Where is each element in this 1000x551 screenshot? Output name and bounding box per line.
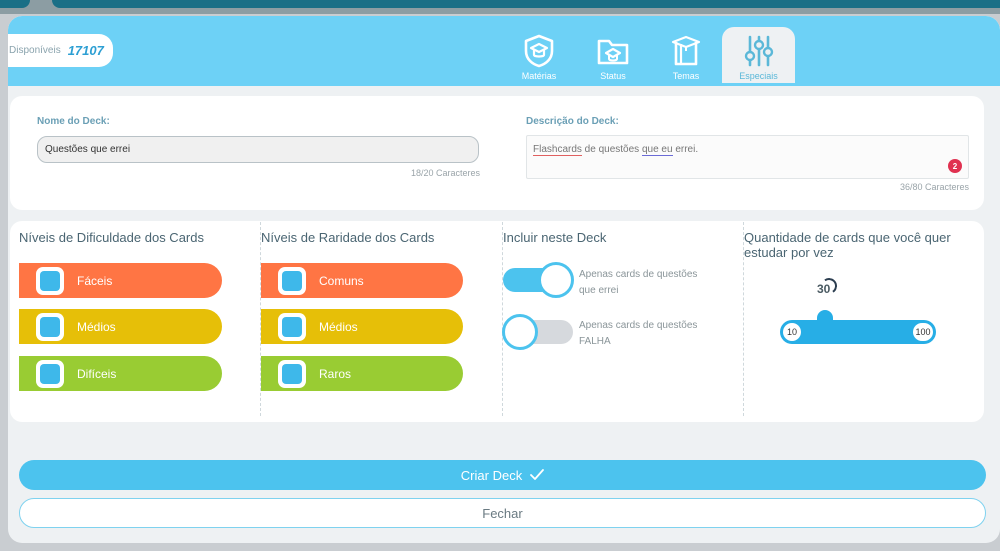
checkbox[interactable] <box>278 359 306 388</box>
rarity-medium-label: Médios <box>319 319 358 334</box>
tab-materias-label: Matérias <box>521 71 557 81</box>
quantity-title-line2: estudar por vez <box>744 245 834 260</box>
rarity-common-option[interactable]: Comuns <box>261 263 463 298</box>
tab-status[interactable]: Status <box>578 32 648 86</box>
close-button[interactable]: Fechar <box>19 498 986 528</box>
desc-text-misspelled-1: Flashcards <box>533 144 582 156</box>
slider-max: 100 <box>913 323 933 341</box>
checkbox[interactable] <box>36 266 64 295</box>
deck-name-input[interactable] <box>37 136 479 163</box>
folder-graduation-icon <box>597 39 629 65</box>
shield-graduation-icon <box>524 34 554 68</box>
toggle-wrong-answers-line2: que errei <box>579 285 619 296</box>
checkbox[interactable] <box>36 312 64 341</box>
include-title: Incluir neste Deck <box>503 230 607 245</box>
checkbox[interactable] <box>36 359 64 388</box>
difficulty-title: Níveis de Dificuldade dos Cards <box>19 230 204 245</box>
toggle-failed-label: Apenas cards de questões FALHA <box>579 318 697 350</box>
toggle-failed-line1: Apenas cards de questões <box>579 320 698 331</box>
available-label: Disponíveis <box>9 45 61 56</box>
toggle-knob <box>538 262 574 298</box>
tab-temas[interactable]: Temas <box>651 32 721 86</box>
tab-materias[interactable]: Matérias <box>504 32 574 86</box>
tab-especiais[interactable]: Especiais <box>722 27 795 83</box>
modal-header: Disponíveis 17107 Matérias Status Temas … <box>8 16 1000 86</box>
toggle-failed[interactable] <box>502 314 573 350</box>
deck-name-label: Nome do Deck: <box>37 116 110 127</box>
difficulty-hard-option[interactable]: Difíceis <box>19 356 222 391</box>
toggle-wrong-answers[interactable] <box>503 262 574 298</box>
slider-min: 10 <box>783 323 801 341</box>
quantity-slider[interactable]: 10 100 <box>780 320 936 344</box>
create-deck-label: Criar Deck <box>460 467 523 483</box>
create-deck-button[interactable]: Criar Deck <box>19 460 986 490</box>
checkbox[interactable] <box>278 312 306 341</box>
check-icon <box>530 469 545 480</box>
close-label: Fechar <box>482 505 523 521</box>
spellcheck-error-badge[interactable]: 2 <box>948 159 962 173</box>
background-nav-left <box>0 0 30 8</box>
background-nav <box>52 0 1000 8</box>
tab-status-label: Status <box>600 71 626 81</box>
desc-text-end: errei. <box>672 144 699 155</box>
deck-name-counter: 18/20 Caracteres <box>411 168 481 178</box>
deck-description-label: Descrição do Deck: <box>526 116 619 127</box>
difficulty-medium-option[interactable]: Médios <box>19 309 222 344</box>
column-divider <box>502 222 503 416</box>
slider-value: 30 <box>817 282 831 296</box>
sliders-icon <box>744 35 773 67</box>
desc-text: de questões <box>581 144 642 155</box>
book-graduation-icon <box>671 35 701 66</box>
difficulty-easy-label: Fáceis <box>77 273 113 288</box>
checkbox[interactable] <box>278 266 306 295</box>
toggle-wrong-answers-line1: Apenas cards de questões <box>579 269 698 280</box>
rarity-rare-option[interactable]: Raros <box>261 356 463 391</box>
rarity-rare-label: Raros <box>319 366 352 381</box>
quantity-title: Quantidade de cards que você quer estuda… <box>744 230 951 260</box>
quantity-title-line1: Quantidade de cards que você quer <box>744 230 951 245</box>
available-count: 17107 <box>67 43 104 58</box>
tab-especiais-label: Especiais <box>739 71 778 81</box>
difficulty-easy-option[interactable]: Fáceis <box>19 263 222 298</box>
tab-temas-label: Temas <box>672 71 700 81</box>
deck-description-input[interactable]: Flashcards de questões que eu errei. <box>526 135 969 179</box>
rarity-title: Níveis de Raridade dos Cards <box>261 230 435 245</box>
desc-text-grammar-1: que eu <box>641 144 673 156</box>
toggle-wrong-answers-label: Apenas cards de questões que errei <box>579 267 697 299</box>
rarity-common-label: Comuns <box>319 273 364 288</box>
create-deck-modal: Disponíveis 17107 Matérias Status Temas … <box>8 16 1000 543</box>
difficulty-medium-label: Médios <box>77 319 116 334</box>
difficulty-hard-label: Difíceis <box>77 366 117 381</box>
available-cards-badge: Disponíveis 17107 <box>8 34 113 67</box>
deck-description-counter: 36/80 Caracteres <box>900 182 970 192</box>
toggle-failed-line2: FALHA <box>579 336 611 347</box>
toggle-knob <box>502 314 538 350</box>
rarity-medium-option[interactable]: Médios <box>261 309 463 344</box>
